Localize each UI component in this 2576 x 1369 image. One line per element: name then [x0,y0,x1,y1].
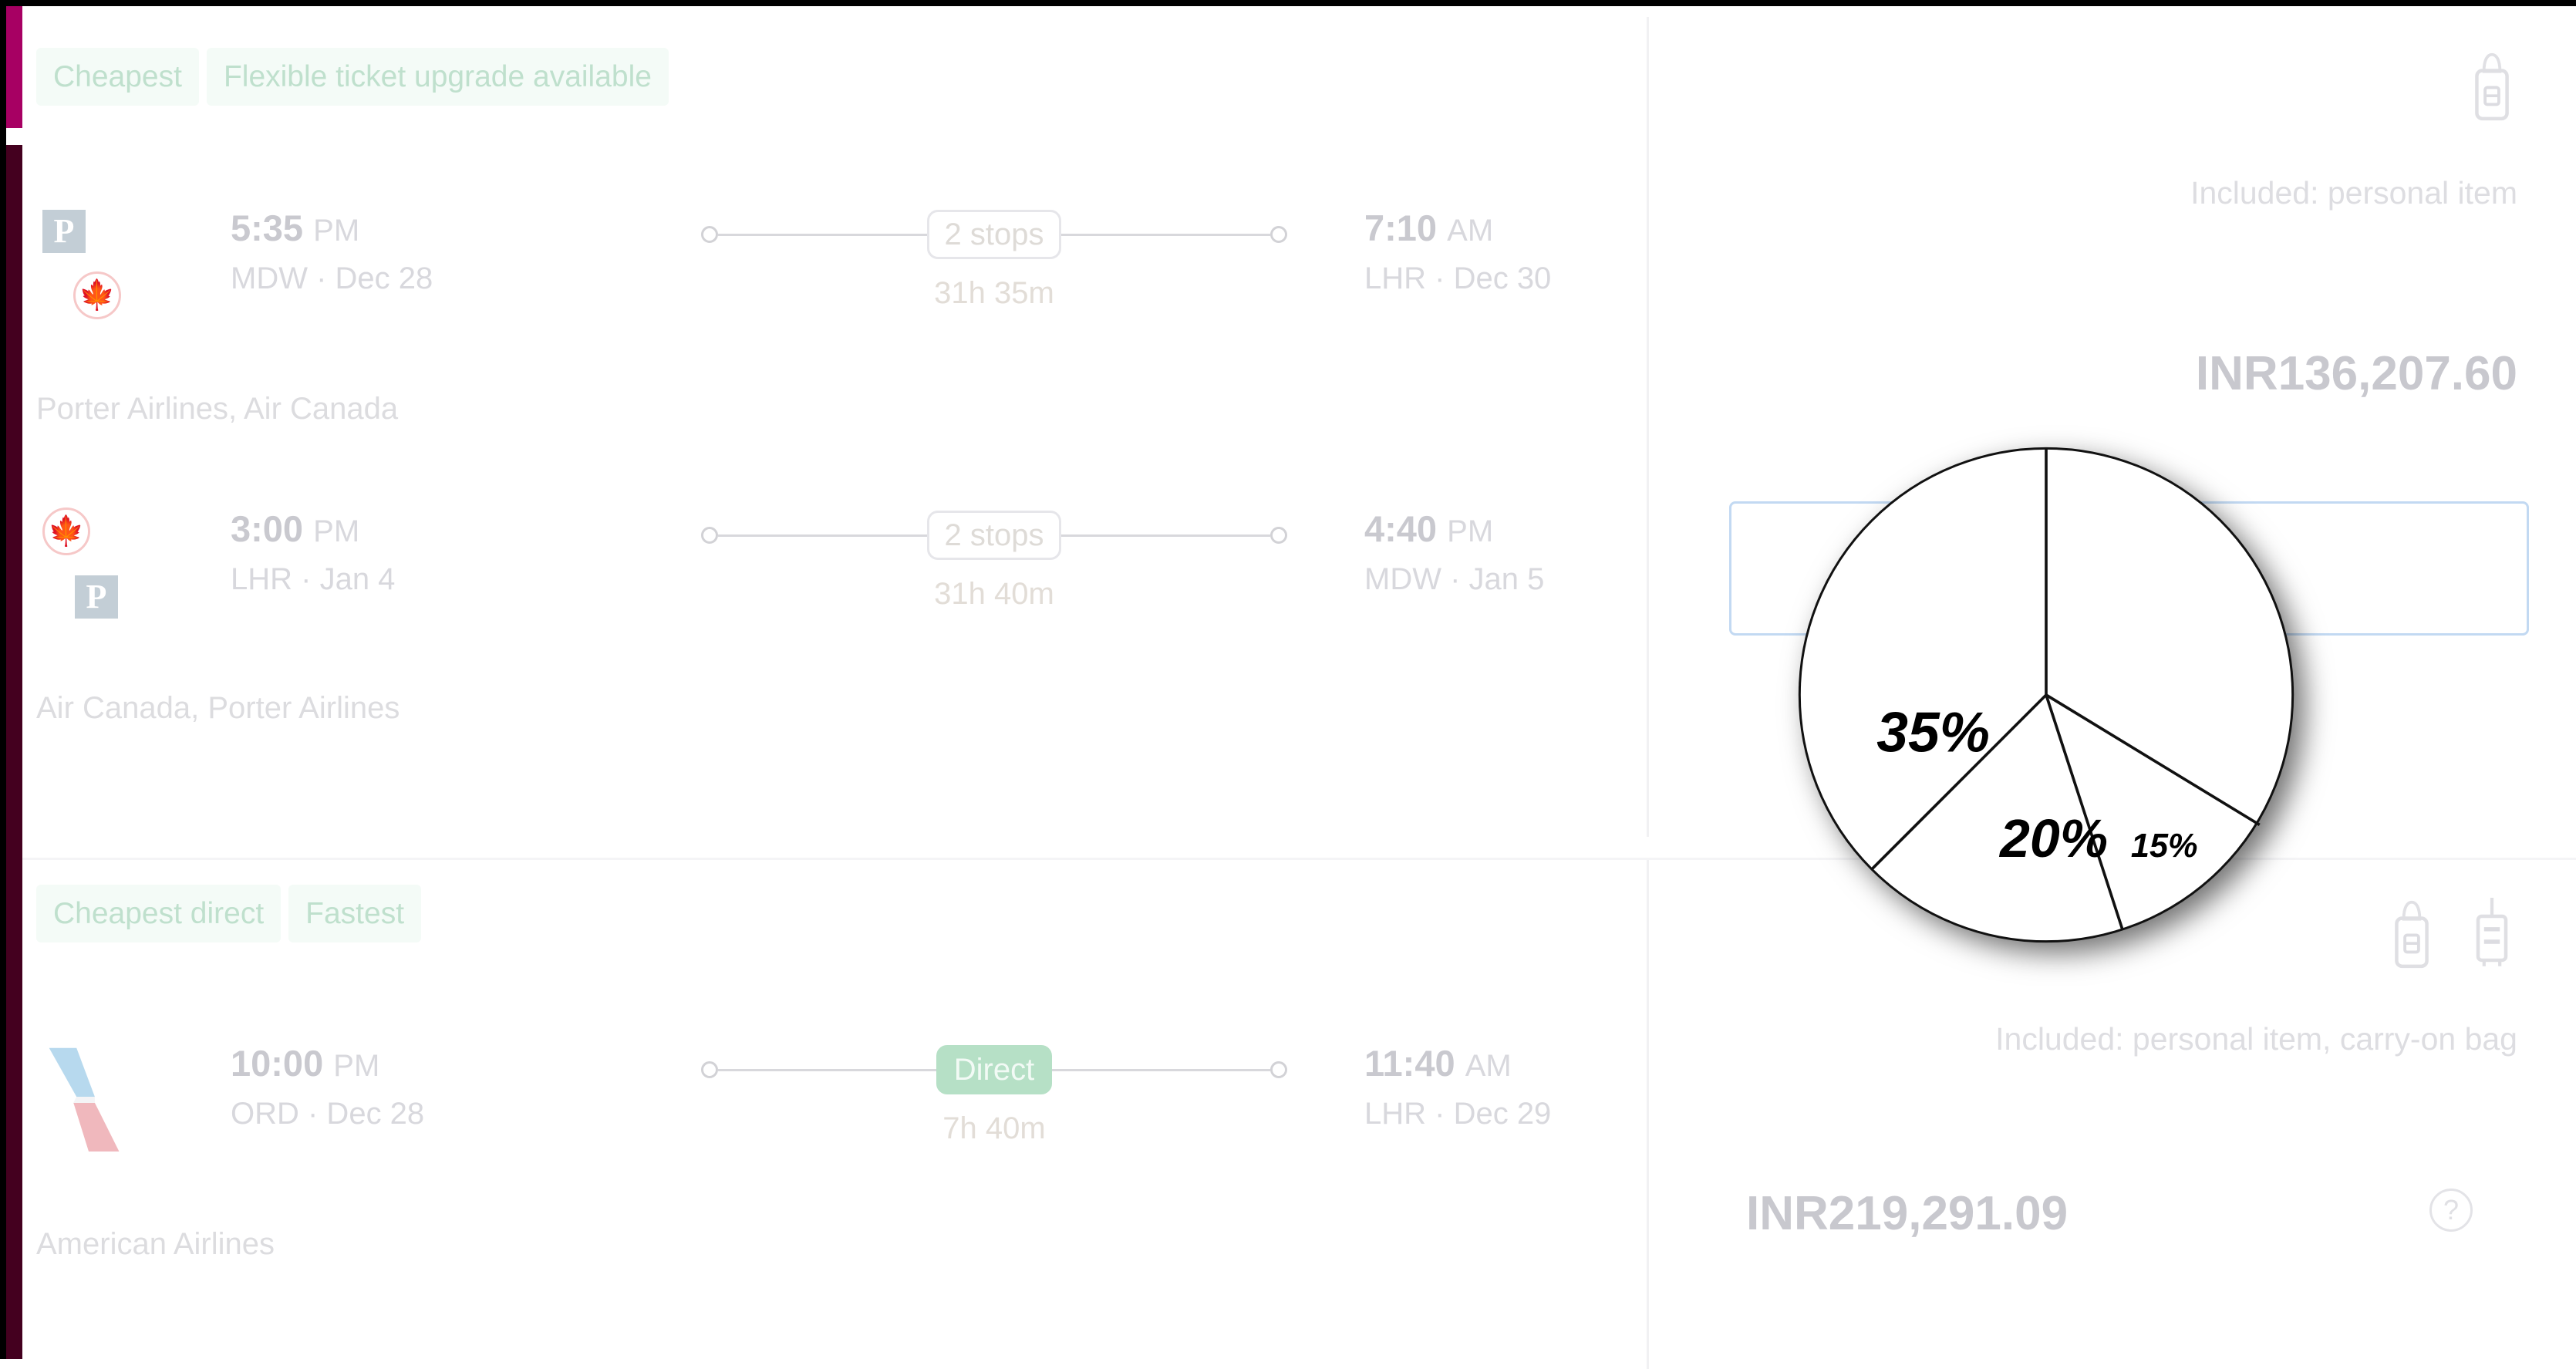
departure-time: 3:00 PM [231,511,395,547]
route-graph: 2 stops 31h 35m [701,210,1287,309]
route-destination-dot [1270,226,1287,243]
american-airlines-logo [49,1047,120,1152]
arrival-time-value: 7:10 [1364,207,1438,248]
arrival-time: 4:40 PM [1364,511,1544,547]
window-top-edge [0,0,2576,6]
arrival-time-block: 4:40 PM MDW · Jan 5 [1364,511,1544,595]
card-column-separator [1647,860,1649,1369]
price-amount: INR219,291.09 [1746,1187,2069,1240]
included-baggage-text: Included: personal item, carry-on bag [1995,1021,2517,1057]
maple-leaf-icon: 🍁 [79,279,116,312]
operating-carriers-outbound: Porter Airlines, Air Canada [36,392,399,426]
carry-on-bag-icon [2476,898,2508,966]
arrival-airport-date: MDW · Jan 5 [1364,562,1545,596]
route-line-left [718,534,927,537]
departure-time: 5:35 PM [231,210,433,246]
left-accent-rail-dark [6,145,22,1359]
flight-leg-outbound: P 🍁 5:35 PM MDW · Dec 28 2 stops 31h 35m… [22,210,1647,372]
leg-duration: 31h 35m [934,276,1054,310]
route-destination-dot [1270,1061,1288,1078]
included-baggage-text: Included: personal item [2190,175,2517,211]
carrier-logo-group: P 🍁 [36,210,160,364]
pie-slice-label-20: 20% [1998,808,2108,868]
arrival-time-block: 7:10 AM LHR · Dec 30 [1364,210,1551,294]
arrival-time-block: 11:40 AM LHR · Dec 29 [1364,1045,1551,1129]
route-destination-dot [1270,527,1287,544]
window-left-edge [0,0,6,1359]
arrival-airport-date: LHR · Dec 29 [1364,1097,1552,1131]
pie-chart: 35% 20% 15% [1798,447,2294,943]
personal-item-icon [2475,52,2509,121]
arrival-time-value: 4:40 [1364,508,1438,549]
badge-cheapest[interactable]: Cheapest [36,48,199,106]
baggage-icon-group [2466,51,2517,122]
stops-pill-direct[interactable]: Direct [936,1045,1053,1094]
pie-slice-label-15: 15% [2131,828,2198,865]
departure-time-value: 3:00 [231,508,304,549]
badge-flexible-upgrade[interactable]: Flexible ticket upgrade available [206,48,669,106]
air-canada-logo: 🍁 [73,271,121,319]
pie-slice-label-35: 35% [1876,700,1990,764]
carrier-logo-group [36,1045,160,1199]
porter-logo: P [42,210,86,253]
departure-time-value: 5:35 [231,207,304,248]
departure-time-block: 3:00 PM LHR · Jan 4 [231,511,395,595]
badge-row: Cheapest direct Fastest [36,885,422,942]
left-accent-rail-magenta [6,6,22,128]
carrier-logo-group: 🍁 P [36,507,160,665]
departure-time-value: 10:00 [231,1043,324,1084]
badge-fastest[interactable]: Fastest [288,885,422,942]
departure-time-block: 10:00 PM ORD · Dec 28 [231,1045,424,1129]
leg-duration: 7h 40m [942,1111,1046,1145]
departure-airport-date: LHR · Jan 4 [231,562,396,596]
price-help-icon[interactable]: ? [2429,1189,2473,1232]
arrival-ampm: AM [1447,214,1494,248]
arrival-airport-date: LHR · Dec 30 [1364,261,1552,295]
departure-ampm: PM [313,514,360,548]
badge-cheapest-direct[interactable]: Cheapest direct [36,885,282,942]
operating-carriers-return: Air Canada, Porter Airlines [36,691,400,725]
price-amount: INR136,207.60 [2195,347,2517,400]
route-line-wrap: 2 stops [701,210,1287,259]
departure-ampm: PM [313,214,360,248]
air-canada-logo: 🍁 [42,507,90,555]
arrival-time: 7:10 AM [1364,210,1551,246]
route-line-left [718,1068,936,1071]
departure-ampm: PM [333,1049,380,1083]
stops-pill[interactable]: 2 stops [926,511,1062,560]
flight-leg-outbound: 10:00 PM ORD · Dec 28 Direct 7h 40m 11:4… [22,1045,1647,1207]
operating-carriers-outbound: American Airlines [36,1227,275,1261]
route-origin-dot [701,1061,718,1078]
route-line-wrap: 2 stops [701,511,1287,560]
route-origin-dot [701,527,718,544]
personal-item-icon [2395,900,2429,969]
route-line-left [718,233,927,236]
route-line-right [1052,1068,1271,1071]
departure-airport-date: MDW · Dec 28 [231,261,433,295]
pie-chart-overlay: 35% 20% 15% [1789,438,2303,952]
baggage-icon-group [2386,895,2517,969]
stops-pill[interactable]: 2 stops [926,210,1062,259]
arrival-time: 11:40 AM [1364,1045,1551,1081]
departure-time-block: 5:35 PM MDW · Dec 28 [231,210,433,294]
route-line-right [1061,534,1270,537]
leg-duration: 31h 40m [934,577,1054,611]
route-graph: Direct 7h 40m [701,1045,1288,1145]
route-origin-dot [701,226,718,243]
route-line-wrap: Direct [701,1045,1288,1094]
arrival-ampm: AM [1465,1049,1512,1083]
arrival-time-value: 11:40 [1364,1043,1455,1084]
route-graph: 2 stops 31h 40m [701,511,1287,609]
porter-logo: P [75,575,118,619]
flight-leg-return: 🍁 P 3:00 PM LHR · Jan 4 2 stops 31h 40m … [22,507,1647,673]
arrival-ampm: PM [1447,514,1494,548]
departure-airport-date: ORD · Dec 28 [231,1097,425,1131]
departure-time: 10:00 PM [231,1045,424,1081]
route-line-right [1061,233,1270,236]
maple-leaf-icon: 🍁 [48,515,85,548]
card-column-separator [1647,17,1649,837]
badge-row: Cheapest Flexible ticket upgrade availab… [36,48,669,106]
